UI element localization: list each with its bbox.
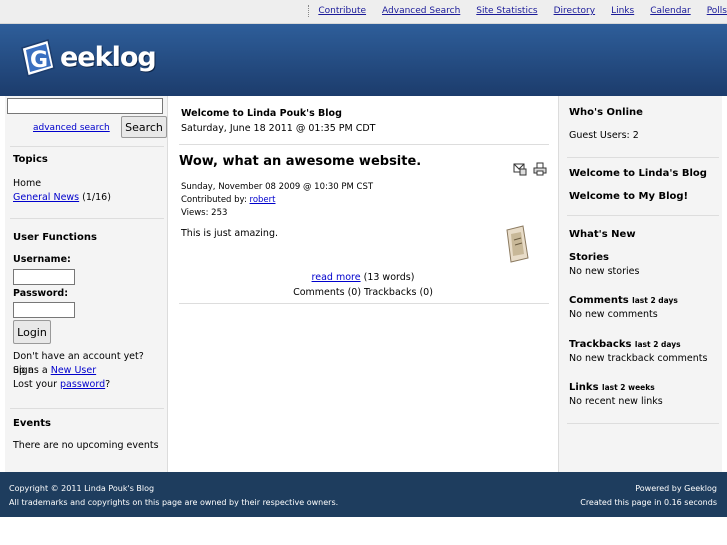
topic-home[interactable]: Home [13, 177, 41, 191]
events-heading: Events [13, 418, 51, 429]
comments-heading: Comments last 2 days [569, 295, 678, 306]
footer-page-created: Created this page in 0.16 seconds [580, 498, 717, 507]
story-word-count: (13 words) [363, 272, 415, 283]
logo-letter: G [30, 48, 48, 73]
links-title: Links [569, 382, 599, 393]
lost-password-text: Lost your password? [13, 378, 110, 392]
stories-heading: Stories [569, 252, 609, 263]
lost-password-suffix: ? [105, 379, 111, 390]
comments-title: Comments [569, 295, 629, 306]
user-functions-heading: User Functions [13, 232, 97, 243]
read-more-link[interactable]: read more [312, 272, 361, 283]
geeklog-logo[interactable]: G eeklog [18, 34, 158, 84]
search-input[interactable] [7, 98, 163, 114]
footer-powered-by[interactable]: Powered by Geeklog [635, 484, 717, 493]
nav-link-polls[interactable]: Polls [707, 6, 727, 16]
trackbacks-heading: Trackbacks last 2 days [569, 339, 681, 350]
welcome-title: Welcome to Linda Pouk's Blog [181, 108, 342, 119]
new-user-link[interactable]: New User [51, 365, 96, 376]
links-heading: Links last 2 weeks [569, 382, 655, 393]
story-title[interactable]: Wow, what an awesome website. [179, 154, 421, 169]
divider [179, 303, 549, 304]
nav-link-advanced-search[interactable]: Advanced Search [382, 6, 460, 16]
comments-trackbacks[interactable]: Comments (0) Trackbacks (0) [169, 287, 557, 298]
login-button[interactable]: Login [13, 320, 51, 344]
story-topic-image [506, 225, 529, 263]
print-story-icon[interactable] [533, 162, 547, 176]
divider [567, 215, 719, 216]
site-footer: Copyright © 2011 Linda Pouk's Blog All t… [0, 472, 727, 517]
topics-heading: Topics [13, 154, 48, 165]
lost-password-prefix: Lost your [13, 379, 57, 390]
story-views: Views: 253 [181, 208, 228, 218]
nav-link-directory[interactable]: Directory [554, 6, 595, 16]
password-input[interactable] [13, 302, 75, 318]
logo-wordmark: eeklog [60, 42, 157, 73]
divider [567, 157, 719, 158]
nav-link-links[interactable]: Links [611, 6, 634, 16]
read-more-row: read more (13 words) [169, 272, 557, 283]
footer-copyright: Copyright © 2011 Linda Pouk's Blog [9, 484, 155, 493]
password-label: Password: [13, 288, 69, 299]
story-contributor: Contributed by: robert [181, 195, 276, 205]
nav-link-contribute[interactable]: Contribute [318, 6, 366, 16]
welcome-lindas-blog-link[interactable]: Welcome to Linda's Blog [569, 168, 707, 179]
events-text: There are no upcoming events [13, 440, 159, 451]
email-story-icon[interactable] [513, 162, 527, 176]
nav-link-calendar[interactable]: Calendar [650, 6, 690, 16]
links-period: last 2 weeks [602, 383, 655, 392]
contributed-label: Contributed by: [181, 195, 247, 205]
footer-trademarks: All trademarks and copyrights on this pa… [9, 498, 339, 507]
username-label: Username: [13, 254, 71, 265]
top-nav-links: Contribute Advanced Search Site Statisti… [308, 5, 727, 17]
site-header: G eeklog [0, 24, 727, 96]
contributor-link[interactable]: robert [250, 195, 276, 205]
trackbacks-title: Trackbacks [569, 339, 632, 350]
divider [567, 423, 719, 424]
topic-general-news-count: (1/16) [82, 192, 111, 203]
divider [179, 144, 549, 145]
geeklog-logo-icon: G [21, 39, 55, 77]
welcome-date: Saturday, June 18 2011 @ 01:35 PM CDT [181, 123, 376, 134]
guest-users-count: Guest Users: 2 [569, 130, 639, 141]
top-navigation-bar: Contribute Advanced Search Site Statisti… [0, 0, 727, 24]
comments-text: No new comments [569, 309, 658, 320]
stories-text: No new stories [569, 266, 640, 277]
advanced-search-link[interactable]: advanced search [33, 123, 110, 133]
whats-new-heading: What's New [569, 229, 636, 240]
story-date: Sunday, November 08 2009 @ 10:30 PM CST [181, 182, 374, 192]
divider [10, 218, 164, 219]
topic-general-news-link[interactable]: General News [13, 192, 79, 203]
links-text: No recent new links [569, 396, 663, 407]
comments-period: last 2 days [632, 296, 678, 305]
trackbacks-period: last 2 days [634, 340, 681, 349]
search-button[interactable]: Search [121, 116, 167, 138]
left-sidebar: advanced search Search Topics Home Gener… [5, 96, 168, 472]
welcome-my-blog-link[interactable]: Welcome to My Blog! [569, 191, 688, 202]
signup-prefix: up as a [13, 365, 48, 376]
nav-link-site-statistics[interactable]: Site Statistics [476, 6, 537, 16]
username-input[interactable] [13, 269, 75, 285]
story-body: This is just amazing. [181, 228, 278, 239]
top-nav-divider [308, 5, 310, 17]
password-link[interactable]: password [60, 379, 105, 390]
whos-online-heading: Who's Online [569, 107, 643, 118]
topic-general-news-row: General News (1/16) [13, 191, 111, 205]
main-content: Welcome to Linda Pouk's Blog Saturday, J… [169, 96, 557, 472]
right-sidebar: Who's Online Guest Users: 2 Welcome to L… [558, 96, 722, 472]
trackbacks-text: No new trackback comments [569, 353, 708, 364]
divider [10, 146, 164, 147]
divider [10, 408, 164, 409]
signup-text-line2: up as a New User [13, 364, 96, 378]
